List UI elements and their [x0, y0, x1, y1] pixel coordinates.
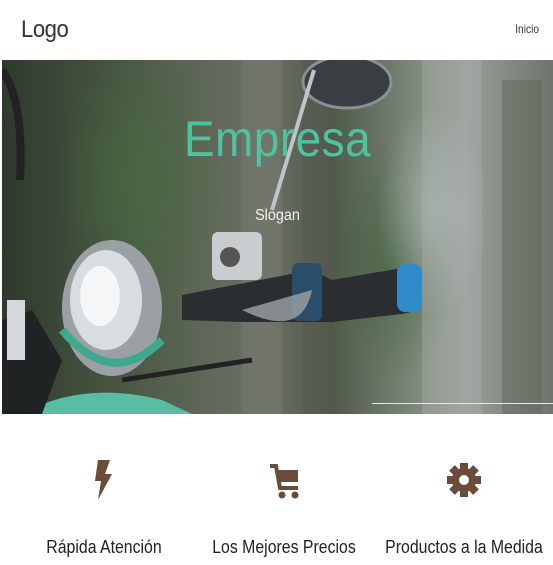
feature-label: Rápida Atención [46, 537, 162, 557]
lightning-icon [95, 460, 112, 500]
feature-label: Productos a la Medida [385, 537, 543, 557]
nav-link-inicio[interactable]: Inicio [515, 22, 539, 36]
site-logo[interactable]: Logo [21, 16, 69, 44]
hero-slogan: Slogan [255, 207, 300, 224]
feature-rapida-atencion: Rápida Atención [12, 414, 196, 565]
cart-icon [270, 464, 299, 499]
gear-icon [447, 463, 481, 497]
feature-mejores-precios: Los Mejores Precios [192, 414, 376, 565]
feature-productos-medida: Productos a la Medida [372, 414, 553, 565]
hero-banner: Empresa Slogan [2, 60, 553, 414]
feature-label: Los Mejores Precios [212, 537, 356, 557]
hero-title: Empresa [183, 111, 372, 167]
features-section: Rápida Atención Los Mejores Precios Prod… [0, 414, 553, 565]
hero-divider [372, 403, 553, 404]
site-header: Logo Inicio [0, 0, 553, 60]
